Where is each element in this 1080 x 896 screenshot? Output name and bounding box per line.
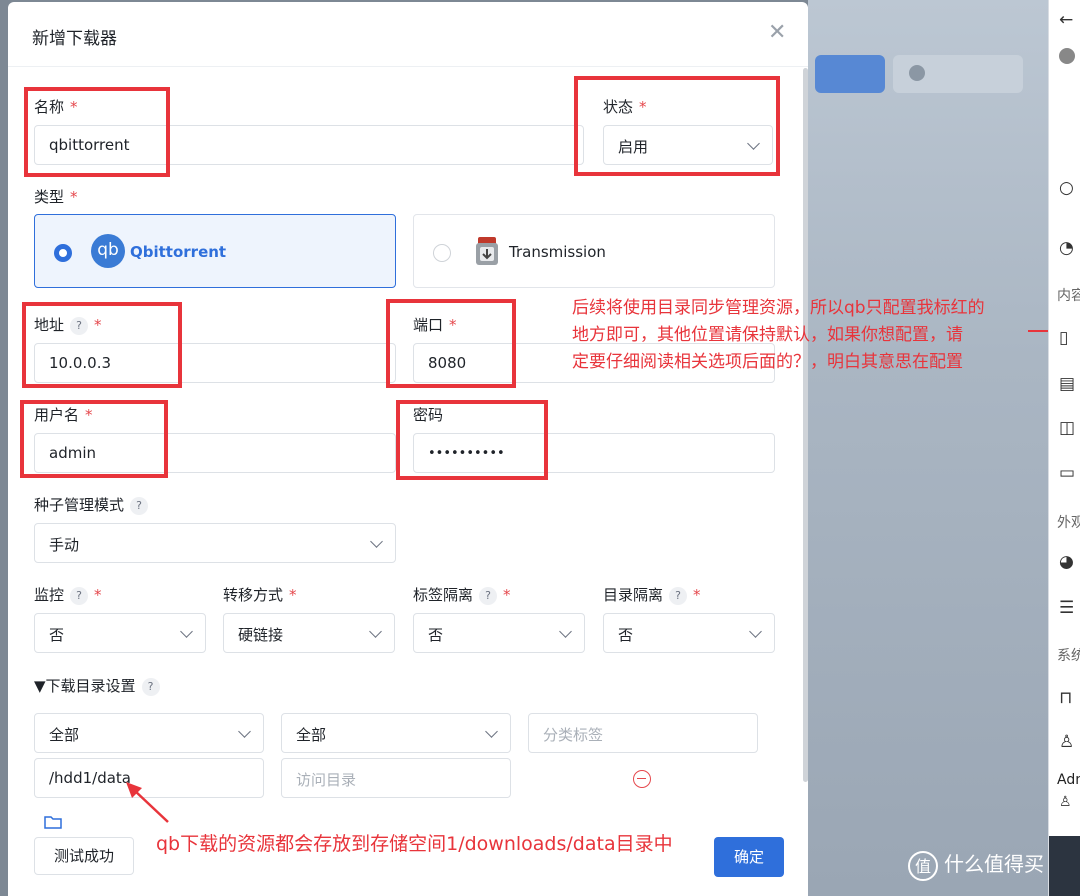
person-icon[interactable]: ♙ bbox=[1059, 794, 1072, 810]
scrollbar[interactable] bbox=[803, 68, 808, 782]
radio-unselected[interactable] bbox=[433, 244, 451, 262]
background-button bbox=[893, 55, 1023, 93]
rules-icon[interactable]: ☰ bbox=[1059, 598, 1074, 618]
category-tag-input[interactable]: 分类标签 bbox=[528, 713, 758, 753]
dir-isolation-select[interactable]: 否 bbox=[603, 613, 775, 653]
type-option-label: Transmission bbox=[509, 243, 606, 261]
category-select[interactable]: 全部 bbox=[281, 713, 511, 753]
chevron-down-icon bbox=[369, 625, 382, 638]
seed-mode-label: 种子管理模式? bbox=[34, 494, 149, 515]
dialog-header: 新增下载器 ✕ bbox=[8, 2, 808, 67]
background-app bbox=[808, 0, 1048, 896]
type-label: 类型 * bbox=[34, 188, 78, 206]
type-option-transmission[interactable]: Transmission bbox=[413, 214, 775, 288]
sidebar-user: Adm bbox=[1057, 772, 1080, 788]
type-option-qbittorrent[interactable]: qb Qbittorrent bbox=[34, 214, 396, 288]
help-icon: ? bbox=[479, 587, 498, 605]
dashboard-icon[interactable]: ◔ bbox=[1059, 238, 1074, 258]
media-icon[interactable]: ▯ bbox=[1059, 328, 1068, 348]
annotation-box bbox=[574, 76, 780, 176]
plug-icon[interactable]: ⊓ bbox=[1059, 688, 1072, 708]
chevron-down-icon bbox=[370, 535, 383, 548]
annotation-box bbox=[24, 87, 170, 177]
list-icon[interactable]: ▤ bbox=[1059, 374, 1075, 394]
help-icon: ? bbox=[130, 497, 149, 515]
dialog-title: 新增下载器 bbox=[32, 29, 117, 49]
radio-selected[interactable] bbox=[54, 244, 72, 262]
access-dir-input[interactable]: 访问目录 bbox=[281, 758, 511, 798]
media-type-select[interactable]: 全部 bbox=[34, 713, 264, 753]
transfer-select[interactable]: 硬链接 bbox=[223, 613, 395, 653]
annotation-text: 定要仔细阅读相关选项后面的？，明白其意思在配置 bbox=[572, 352, 963, 372]
help-icon: ? bbox=[669, 587, 688, 605]
type-option-label: Qbittorrent bbox=[130, 243, 227, 261]
annotation-arrow bbox=[126, 782, 169, 823]
transfer-label: 转移方式 * bbox=[223, 586, 297, 604]
back-arrow-icon[interactable]: ← bbox=[1059, 10, 1073, 30]
remove-row-icon[interactable] bbox=[633, 770, 651, 788]
annotation-box bbox=[386, 299, 516, 388]
annotation-text: 地方即可，其他位置请保持默认，如果你想配置，请 bbox=[572, 325, 963, 345]
sidebar-section: 外观 bbox=[1057, 515, 1080, 531]
help-icon: ? bbox=[141, 678, 160, 696]
transmission-icon bbox=[472, 233, 502, 267]
avatar bbox=[1059, 48, 1075, 64]
annotation-box bbox=[22, 302, 182, 388]
qbittorrent-logo-icon: qb bbox=[91, 234, 125, 268]
chevron-down-icon bbox=[180, 625, 193, 638]
folder-icon[interactable] bbox=[44, 814, 62, 829]
confirm-button[interactable]: 确定 bbox=[714, 837, 784, 877]
monitor-select[interactable]: 否 bbox=[34, 613, 206, 653]
folder-icon[interactable]: ▭ bbox=[1059, 463, 1075, 483]
annotation-text: qb下载的资源都会存放到存储空间1/downloads/data目录中 bbox=[156, 833, 673, 855]
monitor-label: 监控? * bbox=[34, 586, 102, 605]
watermark-logo: 值 bbox=[908, 850, 938, 881]
plugin-icon[interactable]: ◫ bbox=[1059, 418, 1075, 438]
user-icon[interactable]: ♙ bbox=[1059, 732, 1074, 752]
chevron-down-icon bbox=[238, 725, 251, 738]
palette-icon[interactable]: ◕ bbox=[1059, 552, 1074, 572]
dir-isolation-label: 目录隔离? * bbox=[603, 586, 701, 605]
background-strip bbox=[1049, 836, 1080, 896]
chevron-down-icon bbox=[749, 625, 762, 638]
annotation-box bbox=[20, 400, 168, 478]
close-icon[interactable]: ✕ bbox=[768, 22, 786, 44]
annotation-box bbox=[396, 400, 548, 480]
annotation-text: 后续将使用目录同步管理资源，所以qb只配置我标红的 bbox=[572, 298, 985, 318]
tag-isolation-label: 标签隔离? * bbox=[413, 586, 511, 605]
right-sidebar: ← ○ ◔ 内容 ▯ ▤ ◫ ▭ 外观 ◕ ☰ 系统 ⊓ ♙ Adm ♙ bbox=[1048, 0, 1080, 896]
download-dir-toggle[interactable]: ▼下载目录设置? bbox=[34, 675, 160, 696]
search-icon[interactable]: ○ bbox=[1059, 178, 1074, 198]
watermark: 值什么值得买 bbox=[908, 848, 1044, 881]
chevron-down-icon bbox=[559, 625, 572, 638]
seed-mode-select[interactable]: 手动 bbox=[34, 523, 396, 563]
sidebar-section: 系统 bbox=[1057, 648, 1080, 664]
sidebar-section: 内容 bbox=[1057, 288, 1080, 304]
annotation-line bbox=[1028, 330, 1048, 332]
background-button bbox=[815, 55, 885, 93]
chevron-down-icon bbox=[485, 725, 498, 738]
tag-isolation-select[interactable]: 否 bbox=[413, 613, 585, 653]
help-icon: ? bbox=[70, 587, 89, 605]
test-button[interactable]: 测试成功 bbox=[34, 837, 134, 875]
